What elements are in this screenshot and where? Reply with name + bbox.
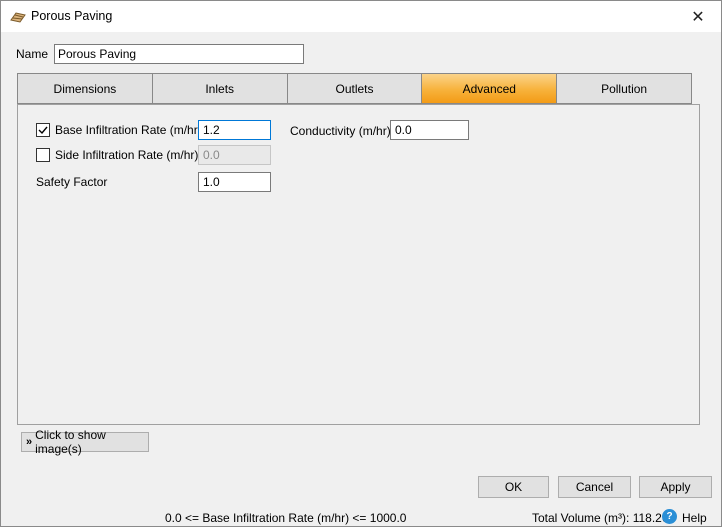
side-infiltration-checkbox[interactable] bbox=[36, 148, 50, 162]
tab-outlets[interactable]: Outlets bbox=[287, 74, 423, 103]
show-images-label: Click to show image(s) bbox=[35, 428, 106, 456]
validation-hint: 0.0 <= Base Infiltration Rate (m/hr) <= … bbox=[165, 511, 407, 525]
tab-bar: Dimensions Inlets Outlets Advanced Pollu… bbox=[17, 73, 692, 104]
title-bar[interactable]: Porous Paving ✕ bbox=[1, 1, 721, 32]
safety-factor-label: Safety Factor bbox=[36, 175, 108, 189]
tab-dimensions[interactable]: Dimensions bbox=[18, 74, 153, 103]
side-infiltration-input: 0.0 bbox=[198, 145, 271, 165]
tab-inlets[interactable]: Inlets bbox=[152, 74, 288, 103]
cancel-button[interactable]: Cancel bbox=[558, 476, 631, 498]
double-chevron-down-icon: » bbox=[26, 436, 33, 448]
show-images-button[interactable]: » Click to show image(s) bbox=[21, 428, 149, 456]
ok-button[interactable]: OK bbox=[478, 476, 549, 498]
side-infiltration-label: Side Infiltration Rate (m/hr) bbox=[55, 148, 199, 162]
window-title: Porous Paving bbox=[31, 9, 113, 23]
total-volume: Total Volume (m³): 118.263 bbox=[532, 511, 676, 525]
checkmark-icon bbox=[38, 126, 48, 135]
base-infiltration-input[interactable]: 1.2 bbox=[198, 120, 271, 140]
name-label: Name bbox=[16, 47, 49, 61]
close-button[interactable]: ✕ bbox=[675, 1, 721, 32]
conductivity-label: Conductivity (m/hr) bbox=[290, 124, 391, 138]
tab-advanced[interactable]: Advanced bbox=[422, 74, 558, 103]
help-link[interactable]: Help bbox=[682, 511, 707, 525]
apply-button[interactable]: Apply bbox=[639, 476, 712, 498]
dialog-window: Porous Paving ✕ Name Porous Paving Dimen… bbox=[0, 0, 722, 527]
name-input[interactable]: Porous Paving bbox=[54, 44, 304, 64]
advanced-panel: Base Infiltration Rate (m/hr) 1.2 Conduc… bbox=[17, 104, 700, 425]
close-icon: ✕ bbox=[691, 8, 705, 26]
conductivity-input[interactable]: 0.0 bbox=[390, 120, 469, 140]
porous-paving-icon bbox=[10, 10, 26, 24]
help-icon[interactable]: ? bbox=[662, 509, 677, 524]
safety-factor-input[interactable]: 1.0 bbox=[198, 172, 271, 192]
base-infiltration-checkbox[interactable] bbox=[36, 123, 50, 137]
base-infiltration-label: Base Infiltration Rate (m/hr) bbox=[55, 123, 202, 137]
tab-pollution[interactable]: Pollution bbox=[557, 74, 691, 103]
